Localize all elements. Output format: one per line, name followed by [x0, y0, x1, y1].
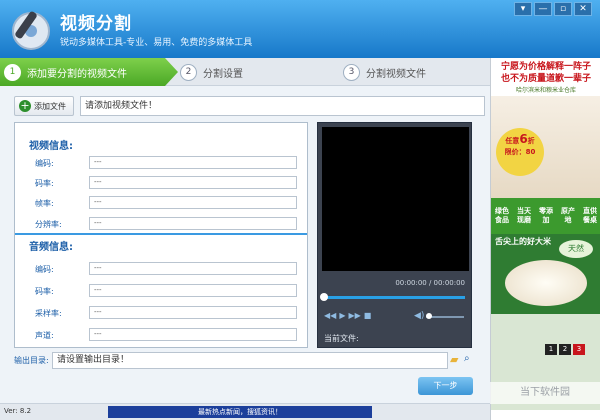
step-number: 2 — [180, 63, 197, 81]
next-button[interactable]: 下一步 — [418, 377, 473, 395]
video-codec-label: 编码: — [35, 159, 54, 168]
ad-page-2[interactable]: 2 — [559, 344, 571, 355]
ad-tag: 直供餐桌 — [583, 207, 597, 224]
video-resolution-label: 分辨率: — [35, 220, 62, 229]
ad-pager: 1 2 3 — [545, 344, 585, 355]
step-label: 添加要分割的视频文件 — [27, 68, 127, 80]
title-bar: 视频分割 锐动多媒体工具-专业、易用、免费的多媒体工具 ▾ — ▫ ✕ — [0, 0, 600, 58]
watermark-logo: 当下软件园 — [490, 382, 600, 404]
promo-number: 6 — [519, 132, 528, 146]
rewind-icon[interactable]: ◀◀ — [324, 311, 336, 320]
playback-time: 00:00:00 / 00:00:00 — [395, 279, 465, 287]
ad-tag: 当天现磨 — [517, 207, 531, 224]
add-file-label: 添加文件 — [34, 101, 66, 111]
volume-icon[interactable]: ◀) — [414, 311, 424, 321]
promo-unit: 折 — [527, 137, 535, 145]
add-file-button[interactable]: + 添加文件 — [14, 96, 74, 116]
ad-page-3[interactable]: 3 — [573, 344, 585, 355]
app-title: 视频分割 — [60, 14, 132, 34]
audio-samplerate-field: --- — [89, 306, 297, 319]
rice-bowl-image — [505, 260, 587, 306]
audio-codec-label: 编码: — [35, 265, 54, 274]
close-button[interactable]: ✕ — [574, 2, 592, 16]
ad-tag: 绿色食品 — [495, 207, 509, 224]
stop-icon[interactable]: ■ — [364, 311, 372, 320]
step-number: 3 — [343, 63, 360, 81]
video-resolution-field: --- — [89, 217, 297, 230]
step-number: 1 — [4, 63, 21, 81]
output-dir-label: 输出目录: — [14, 356, 49, 365]
ad-headline: 宁愿为价格解释一阵子 也不为质量道歉一辈子 哈尔滨米和粮米业仓库 — [491, 58, 600, 96]
output-dir-input[interactable]: 请设置输出目录！ — [52, 352, 448, 369]
step-label: 分割视频文件 — [366, 68, 426, 80]
folder-icon[interactable]: ▰ — [450, 353, 458, 366]
ad-line-1: 宁愿为价格解释一阵子 — [500, 62, 591, 72]
ad-tag: 零添加 — [539, 207, 553, 224]
app-subtitle: 锐动多媒体工具-专业、易用、免费的多媒体工具 — [60, 38, 253, 48]
playback-controls: ◀◀ ▶ ▶▶ ■ — [324, 311, 371, 320]
current-file-label: 当前文件: — [324, 334, 359, 343]
ad-promo-badge: 任意6折 限价：80 — [496, 128, 544, 176]
app-logo-icon — [12, 11, 50, 50]
step-split-file[interactable]: 3 分割视频文件 — [343, 58, 426, 86]
ad-tag: 原产地 — [561, 207, 575, 224]
video-bitrate-label: 码率: — [35, 179, 54, 188]
ad-slogan: 舌尖上的好大米 — [495, 237, 551, 246]
step-bar: 1 添加要分割的视频文件 2 分割设置 3 分割视频文件 — [0, 58, 490, 86]
news-link[interactable]: 最新热点新闻，搜狐资讯！ — [108, 406, 372, 418]
promo-text: 任意 — [505, 137, 520, 145]
media-info-panel: 视频信息: 编码: --- 码率: --- 帧率: --- 分辨率: --- 音… — [14, 122, 308, 348]
video-preview-screen — [322, 127, 469, 271]
video-bitrate-field: --- — [89, 176, 297, 189]
ad-line-2: 也不为质量道歉一辈子 — [500, 74, 591, 84]
step-split-settings[interactable]: 2 分割设置 — [180, 58, 243, 86]
section-divider — [15, 233, 307, 235]
video-player: 00:00:00 / 00:00:00 ◀◀ ▶ ▶▶ ■ ◀) 当前文件: — [317, 122, 472, 348]
window-controls: ▾ — ▫ ✕ — [514, 2, 592, 16]
maximize-button[interactable]: ▫ — [554, 2, 572, 16]
dropdown-menu-button[interactable]: ▾ — [514, 2, 532, 16]
ad-page-1[interactable]: 1 — [545, 344, 557, 355]
volume-handle[interactable] — [426, 313, 432, 319]
video-framerate-label: 帧率: — [35, 199, 54, 208]
ad-natural-badge: 天然 — [559, 240, 593, 258]
audio-info-title: 音频信息: — [29, 242, 73, 253]
ad-rice-bowl: 舌尖上的好大米 天然 — [491, 234, 600, 314]
output-row: 输出目录: 请设置输出目录！ ▰ ⌕ — [14, 352, 476, 370]
video-codec-field: --- — [89, 156, 297, 169]
audio-bitrate-label: 码率: — [35, 287, 54, 296]
plus-icon: + — [19, 99, 31, 112]
play-icon[interactable]: ▶ — [339, 311, 345, 320]
video-info-title: 视频信息: — [29, 141, 73, 152]
audio-bitrate-field: --- — [89, 284, 297, 297]
version-label: Ver: 8.2 — [4, 407, 32, 415]
app-window: 视频分割 锐动多媒体工具-专业、易用、免费的多媒体工具 ▾ — ▫ ✕ 1 添加… — [0, 0, 600, 420]
audio-channels-field: --- — [89, 328, 297, 341]
ad-banner[interactable]: 宁愿为价格解释一阵子 也不为质量道歉一辈子 哈尔滨米和粮米业仓库 任意6折 限价… — [490, 58, 600, 420]
step-add-file[interactable]: 1 添加要分割的视频文件 — [0, 58, 178, 86]
ad-feature-tags: 绿色食品 当天现磨 零添加 原产地 直供餐桌 — [491, 198, 600, 234]
file-path-input[interactable]: 请添加视频文件！ — [80, 96, 485, 116]
seek-handle[interactable] — [320, 293, 328, 301]
status-bar: Ver: 8.2 最新热点新闻，搜狐资讯！ — [0, 403, 490, 420]
minimize-button[interactable]: — — [534, 2, 552, 16]
audio-codec-field: --- — [89, 262, 297, 275]
step-label: 分割设置 — [203, 68, 243, 80]
audio-samplerate-label: 采样率: — [35, 309, 62, 318]
seek-bar[interactable] — [324, 296, 465, 299]
search-icon[interactable]: ⌕ — [464, 353, 470, 364]
forward-icon[interactable]: ▶▶ — [348, 311, 360, 320]
video-framerate-field: --- — [89, 196, 297, 209]
promo-price: 限价：80 — [504, 148, 536, 156]
audio-channels-label: 声道: — [35, 331, 54, 340]
